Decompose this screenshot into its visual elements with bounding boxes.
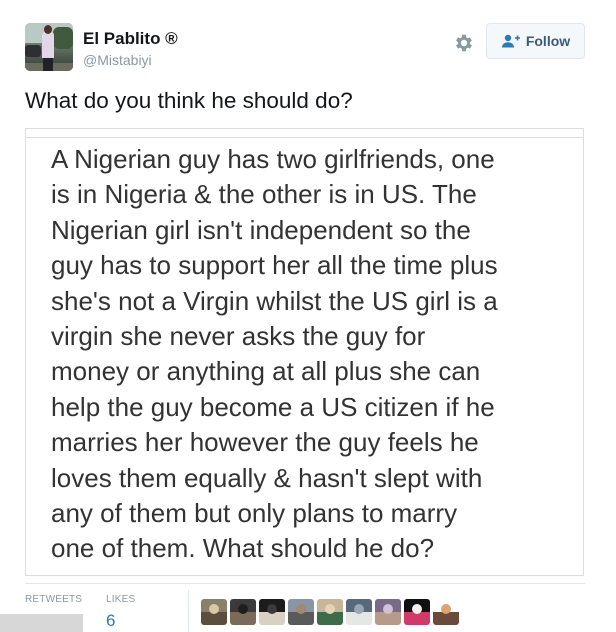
image-text-line: money or anything at all plus she can [51,356,481,387]
image-top-border [26,137,583,138]
divider [25,583,585,584]
likes-stat[interactable]: LIKES 6 [106,594,135,631]
liker-avatars [201,599,459,625]
image-text-line: is in Nigeria & the other is in US. The [51,179,477,210]
image-text-line: guy has to support her all the time plus [51,250,498,281]
user-name[interactable]: El Pablito ® [83,29,178,49]
image-text-line: help the guy become a US citizen if he [51,391,495,422]
image-text-line: she's not a Virgin whilst the US girl is… [51,285,498,316]
image-text-line: A Nigerian guy has two girlfriends, one [51,144,495,174]
tweet-image[interactable]: A Nigerian guy has two girlfriends, one i… [25,128,584,576]
image-text-line: one of them. What should he do? [51,533,435,564]
liker-avatar[interactable] [230,599,256,625]
avatar[interactable] [25,23,73,71]
image-text-line: any of them but only plans to marry [51,498,458,529]
liker-avatar[interactable] [288,599,314,625]
follow-button-label: Follow [525,33,571,49]
user-handle[interactable]: @Mistabiyi [83,52,152,68]
follow-button[interactable]: Follow [486,23,585,59]
likes-label: LIKES [106,594,136,605]
liker-avatar[interactable] [404,599,430,625]
cropped-overlay [0,614,83,632]
image-text-line: marries her however the guy feels he [51,427,479,458]
stats-separator [188,590,189,632]
retweets-label: RETWEETS [25,594,83,605]
image-text-line: Nigerian girl isn't independent so the [51,214,471,245]
liker-avatar[interactable] [433,599,459,625]
liker-avatar[interactable] [201,599,227,625]
gear-icon[interactable] [453,32,475,54]
likes-count: 6 [106,611,116,630]
tweet-header: El Pablito ® @Mistabiyi Follow [25,23,585,71]
image-card-text: A Nigerian guy has two girlfriends, one i… [51,142,571,567]
liker-avatar[interactable] [346,599,372,625]
liker-avatar[interactable] [259,599,285,625]
add-user-icon [501,34,520,48]
liker-avatar[interactable] [375,599,401,625]
liker-avatar[interactable] [317,599,343,625]
image-text-line: virgin she never asks the guy for [51,321,426,352]
tweet-text: What do you think he should do? [25,88,353,113]
image-text-line: loves them equally & hasn't slept with [51,462,483,493]
